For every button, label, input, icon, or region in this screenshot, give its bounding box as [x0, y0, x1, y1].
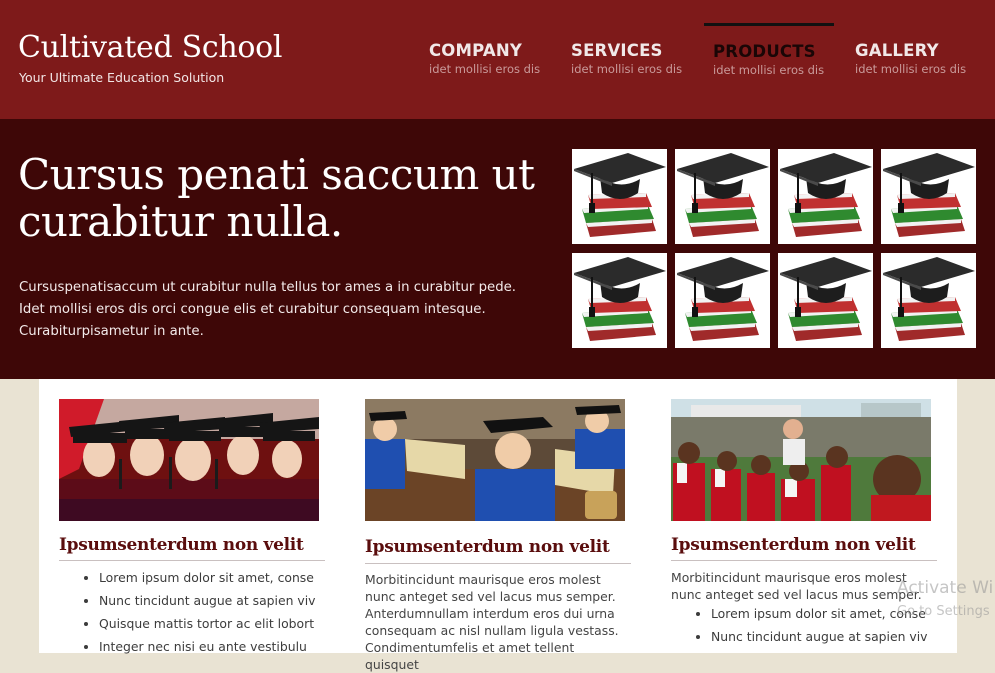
nav-item-services[interactable]: SERVICES idet mollisi eros dis [571, 24, 703, 84]
gallery-thumbnail[interactable] [675, 149, 770, 244]
gallery-thumbnail[interactable] [778, 149, 873, 244]
column-title: Ipsumsenterdum non velit [671, 535, 916, 555]
list-item: Integer nec nisi eu ante vestibulu [99, 635, 316, 658]
list-item: Nunc tincidunt augue at sapien viv [99, 589, 316, 612]
list-item: Nunc tincidunt augue at sapien viv [711, 625, 928, 648]
site-tagline: Your Ultimate Education Solution [19, 70, 225, 85]
column-text: Morbitincidunt maurisque eros molest nun… [365, 572, 619, 672]
site-title[interactable]: Cultivated School [18, 30, 283, 65]
nav-label: COMPANY [429, 41, 523, 60]
column-title: Ipsumsenterdum non velit [59, 535, 304, 555]
nav-sublabel: idet mollisi eros dis [429, 62, 541, 76]
nav-item-products[interactable]: PRODUCTS idet mollisi eros dis [704, 23, 834, 86]
nav-label: GALLERY [855, 41, 939, 60]
column-title: Ipsumsenterdum non velit [365, 537, 610, 557]
feature-list: Lorem ipsum dolor sit amet, conse Nunc t… [59, 566, 316, 658]
feature-list: Lorem ipsum dolor sit amet, conse Nunc t… [671, 602, 928, 648]
gallery-thumbnail[interactable] [572, 149, 667, 244]
children-celebration-photo [671, 399, 931, 521]
hero-title: Cursus penati saccum ut curabitur nulla. [18, 150, 535, 246]
gallery-thumbnail[interactable] [778, 253, 873, 348]
graduates-photo [59, 399, 319, 521]
activation-watermark: Activate Wi [897, 578, 994, 598]
site-header: Cultivated School Your Ultimate Educatio… [0, 0, 995, 119]
hero-banner: Cursus penati saccum ut curabitur nulla.… [0, 119, 995, 379]
nav-sublabel: idet mollisi eros dis [855, 62, 967, 76]
activation-watermark-sub: Go to Settings [897, 604, 990, 619]
nav-item-company[interactable]: COMPANY idet mollisi eros dis [429, 24, 561, 84]
nav-sublabel: idet mollisi eros dis [713, 63, 825, 77]
graduation-cap-books-icon [675, 149, 770, 244]
content-panel: Ipsumsenterdum non velit Lorem ipsum dol… [39, 379, 957, 672]
hero-text: Cursuspenatisaccum ut curabitur nulla te… [19, 280, 517, 339]
graduation-cap-books-icon [778, 253, 873, 348]
graduation-cap-books-icon [572, 149, 667, 244]
gallery-thumbnail[interactable] [881, 253, 976, 348]
gallery-thumbnail[interactable] [572, 253, 667, 348]
nav-sublabel: idet mollisi eros dis [571, 62, 683, 76]
nav-label: SERVICES [571, 41, 663, 60]
column-divider [59, 560, 325, 561]
list-item: Lorem ipsum dolor sit amet, conse [711, 602, 928, 625]
nav-label: PRODUCTS [713, 42, 816, 61]
graduation-cap-books-icon [675, 253, 770, 348]
nav-item-gallery[interactable]: GALLERY idet mollisi eros dis [855, 24, 987, 84]
graduation-cap-books-icon [881, 149, 976, 244]
students-classroom-photo [365, 399, 625, 521]
graduation-cap-books-icon [572, 253, 667, 348]
gallery-thumbnail[interactable] [881, 149, 976, 244]
column-divider [365, 563, 631, 564]
list-item: Lorem ipsum dolor sit amet, conse [99, 566, 316, 589]
list-item: Quisque mattis tortor ac elit lobort [99, 612, 316, 635]
gallery-thumbnail[interactable] [675, 253, 770, 348]
graduation-cap-books-icon [881, 253, 976, 348]
graduation-cap-books-icon [778, 149, 873, 244]
column-divider [671, 560, 937, 561]
